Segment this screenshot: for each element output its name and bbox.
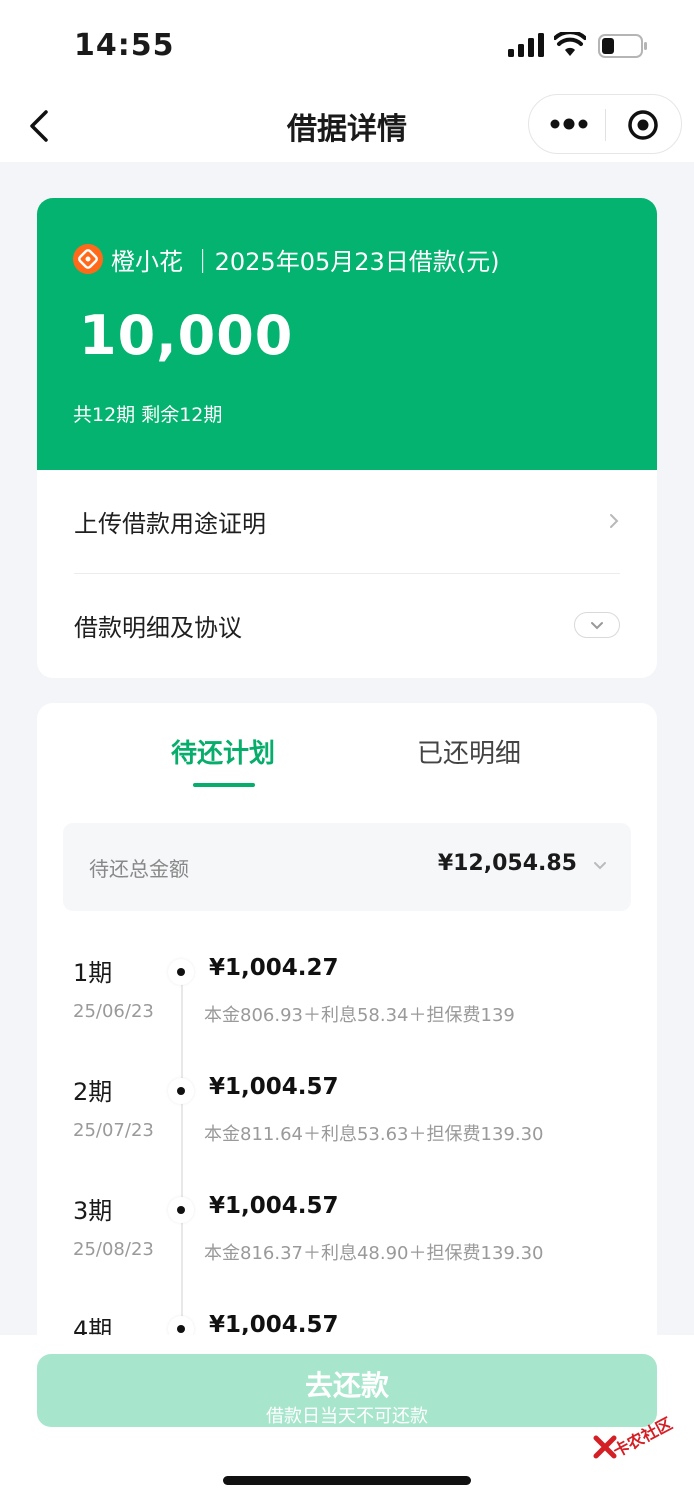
repay-button-note: 借款日当天不可还款 [266,1406,428,1427]
loan-detail-agreement-row[interactable]: 借款明细及协议 [74,574,620,678]
total-due-row[interactable]: 待还总金额 ¥12,054.85 [63,823,631,911]
term-name: 2期 [73,1078,113,1106]
status-bar: 14:55 [0,0,694,90]
timeline-dot [168,1197,194,1223]
timeline-dot [168,1078,194,1104]
repay-button-label: 去还款 [304,1369,389,1402]
term-item: 3期 25/08/23 ¥1,004.57 本金816.37＋利息48.90＋担… [37,1191,657,1310]
loan-header: 橙小花 ｜2025年05月23日借款(元) [111,248,500,276]
wifi-icon [554,32,586,56]
term-date: 25/08/23 [73,1239,154,1260]
term-amount: ¥1,004.57 [209,1193,339,1219]
total-due-label: 待还总金额 [89,857,189,881]
term-name: 1期 [73,959,113,987]
loan-terms: 共12期 剩余12期 [73,404,223,426]
bottom-action-bar: 去还款 借款日当天不可还款 [0,1335,694,1500]
chevron-down-icon [591,622,603,630]
tab-pending-plan[interactable]: 待还计划 [171,733,275,770]
home-indicator [223,1476,471,1485]
status-time: 14:55 [74,28,175,63]
term-breakdown: 本金816.37＋利息48.90＋担保费139.30 [204,1243,544,1264]
term-amount: ¥1,004.27 [209,955,339,981]
watermark: 卡农社区 [592,1404,684,1470]
term-name: 3期 [73,1197,113,1225]
term-item: 2期 25/07/23 ¥1,004.57 本金811.64＋利息53.63＋担… [37,1072,657,1191]
expand-button[interactable] [574,612,620,638]
repay-button[interactable]: 去还款 借款日当天不可还款 [37,1354,657,1427]
chevron-right-icon [610,514,619,528]
more-icon[interactable] [549,113,589,135]
capsule-divider [605,109,606,141]
term-breakdown: 本金811.64＋利息53.63＋担保费139.30 [204,1124,544,1145]
brand-logo-icon [73,244,103,274]
chevron-down-icon [594,862,606,870]
total-due-value: ¥12,054.85 [437,851,577,876]
term-item: 1期 25/06/23 ¥1,004.27 本金806.93＋利息58.34＋担… [37,953,657,1072]
option-label: 借款明细及协议 [74,614,242,642]
term-amount: ¥1,004.57 [209,1074,339,1100]
signal-icon [508,33,544,57]
watermark-text: 卡农社区 [609,1413,676,1461]
battery-icon [598,34,647,58]
option-label: 上传借款用途证明 [74,510,266,538]
nav-bar: 借据详情 [0,90,694,162]
active-tab-indicator [193,783,255,787]
term-breakdown: 本金806.93＋利息58.34＋担保费139 [204,1005,515,1026]
loan-detail-page: 14:55 借据详情 橙小花 ｜2025年05月23日借款(元) 10,000 … [0,0,694,1500]
upload-proof-row[interactable]: 上传借款用途证明 [74,470,620,574]
repayment-plan-panel: 待还计划 已还明细 待还总金额 ¥12,054.85 1期 25/06/23 ¥… [37,703,657,1403]
mini-program-capsule [528,94,682,154]
term-date: 25/06/23 [73,1001,154,1022]
term-date: 25/07/23 [73,1120,154,1141]
loan-summary-card: 橙小花 ｜2025年05月23日借款(元) 10,000 共12期 剩余12期 [37,198,657,470]
target-icon[interactable] [627,109,659,141]
loan-amount: 10,000 [79,304,294,367]
timeline-dot [168,959,194,985]
tab-paid-detail[interactable]: 已还明细 [417,733,521,770]
options-panel: 上传借款用途证明 借款明细及协议 [37,470,657,678]
